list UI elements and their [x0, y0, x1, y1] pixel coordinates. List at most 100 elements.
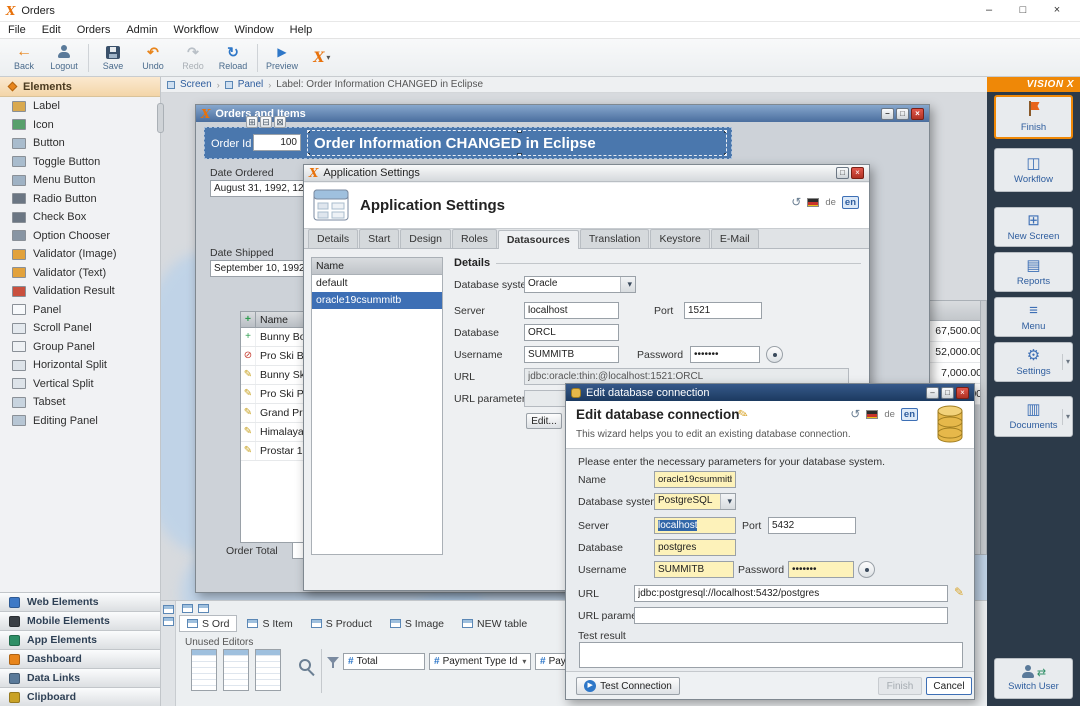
table-icon[interactable] — [182, 604, 193, 613]
edit-url-pencil-icon[interactable]: ✎ — [954, 585, 964, 599]
language-en[interactable]: en — [842, 196, 859, 209]
language-de[interactable]: de — [884, 409, 895, 420]
breadcrumb-panel[interactable]: Panel — [238, 79, 264, 90]
palette-item[interactable]: Horizontal Split — [0, 356, 160, 375]
tab-keystore[interactable]: Keystore — [650, 229, 709, 248]
palette-section-header[interactable]: Dashboard — [0, 649, 160, 668]
table-icon[interactable] — [163, 605, 174, 614]
reset-icon[interactable]: ↺ — [850, 407, 860, 421]
search-icon[interactable] — [299, 659, 311, 671]
database-system-select[interactable]: PostgreSQL — [654, 493, 736, 510]
tab-s-ord[interactable]: S Ord — [179, 615, 237, 632]
scrollbar[interactable] — [980, 301, 986, 554]
cancel-button[interactable]: Cancel — [926, 677, 972, 695]
show-password-icon[interactable] — [766, 346, 783, 363]
menu-item[interactable]: Admin — [118, 24, 165, 36]
logout-button[interactable]: Logout — [44, 41, 84, 75]
palette-item[interactable]: Toggle Button — [0, 153, 160, 172]
test-connection-button[interactable]: ▶ Test Connection — [576, 677, 680, 695]
close-icon[interactable]: × — [956, 387, 969, 399]
chevron-down-icon[interactable]: ▾ — [1062, 354, 1070, 370]
tab-details[interactable]: Details — [308, 229, 358, 248]
password-field[interactable] — [788, 561, 854, 578]
selected-label[interactable]: Order Information CHANGED in Eclipse — [307, 130, 727, 156]
close-icon[interactable]: × — [1040, 0, 1074, 21]
language-en[interactable]: en — [901, 408, 918, 421]
tab-s-product[interactable]: S Product — [303, 615, 380, 632]
chevron-down-icon[interactable]: ▾ — [1062, 409, 1070, 425]
menu-item[interactable]: File — [0, 24, 34, 36]
palette-item[interactable]: Editing Panel — [0, 412, 160, 431]
tab-datasources[interactable]: Datasources — [498, 230, 579, 249]
minimize-icon[interactable]: – — [972, 0, 1006, 21]
database-system-select[interactable]: Oracle — [524, 276, 636, 293]
edit-connection-titlebar[interactable]: Edit database connection – □ × — [566, 384, 974, 401]
palette-item[interactable]: Scroll Panel — [0, 319, 160, 338]
palette-item[interactable]: Vertical Split — [0, 375, 160, 394]
server-field[interactable]: localhost — [654, 517, 736, 534]
menu-item[interactable]: Edit — [34, 24, 69, 36]
maximize-icon[interactable]: □ — [941, 387, 954, 399]
resize-handle[interactable] — [724, 153, 727, 156]
minimize-icon[interactable]: – — [881, 108, 894, 120]
maximize-icon[interactable]: □ — [896, 108, 909, 120]
orders-window-titlebar[interactable]: X Orders and Items – □ × — [196, 105, 929, 122]
tab-s-item[interactable]: S Item — [239, 615, 300, 632]
palette-item[interactable]: Radio Button — [0, 190, 160, 209]
palette-item[interactable]: Validator (Text) — [0, 264, 160, 283]
table-icon[interactable] — [163, 617, 174, 626]
table-icon[interactable] — [198, 604, 209, 613]
reload-button[interactable]: ↻ Reload — [213, 41, 253, 75]
editor-thumbnail[interactable] — [255, 649, 281, 691]
palette-item[interactable]: Option Chooser — [0, 227, 160, 246]
palette-section-header[interactable]: Web Elements — [0, 592, 160, 611]
palette-section-header[interactable]: App Elements — [0, 630, 160, 649]
port-field[interactable] — [768, 517, 856, 534]
remove-icon[interactable]: ⊟ — [260, 116, 272, 128]
show-password-icon[interactable] — [858, 561, 875, 578]
menu-item[interactable]: Workflow — [166, 24, 227, 36]
settings-button[interactable]: ⚙ Settings ▾ — [994, 342, 1073, 382]
name-field[interactable] — [654, 471, 736, 488]
back-button[interactable]: ← Back — [4, 41, 44, 75]
palette-header[interactable]: Elements — [0, 77, 160, 97]
menu-button[interactable]: ≡ Menu — [994, 297, 1073, 337]
url-field[interactable] — [634, 585, 948, 602]
new-screen-button[interactable]: ⊞ New Screen — [994, 207, 1073, 247]
port-field[interactable] — [684, 302, 762, 319]
palette-section-header[interactable]: Data Links — [0, 668, 160, 687]
undo-button[interactable]: ↶ Undo — [133, 41, 173, 75]
visionx-menu-button[interactable]: X▾ — [302, 41, 342, 75]
finish-button[interactable]: Finish — [994, 95, 1073, 139]
palette-item[interactable]: Group Panel — [0, 338, 160, 357]
tab-translation[interactable]: Translation — [580, 229, 650, 248]
breadcrumb-screen[interactable]: Screen — [180, 79, 212, 90]
resize-handle[interactable] — [307, 153, 310, 156]
reset-icon[interactable]: ↺ — [791, 195, 801, 209]
close-icon[interactable]: × — [911, 108, 924, 120]
name-column-header[interactable]: Name — [256, 314, 288, 326]
palette-item[interactable]: Tabset — [0, 393, 160, 412]
save-button[interactable]: Save — [93, 41, 133, 75]
tab-new-table[interactable]: NEW table — [454, 615, 535, 632]
palette-item[interactable]: Label — [0, 97, 160, 116]
grid-icon[interactable]: ⊞ — [246, 116, 258, 128]
editor-thumbnail[interactable] — [223, 649, 249, 691]
editor-thumbnail[interactable] — [191, 649, 217, 691]
documents-button[interactable]: ▥ Documents ▾ — [994, 396, 1073, 437]
resize-handle[interactable] — [517, 153, 522, 156]
username-field[interactable] — [524, 346, 619, 363]
datasource-row-default[interactable]: default — [312, 275, 442, 292]
palette-item[interactable]: Button — [0, 134, 160, 153]
reports-button[interactable]: ▤ Reports — [994, 252, 1073, 292]
tab-start[interactable]: Start — [359, 229, 399, 248]
server-field[interactable] — [524, 302, 619, 319]
edit-connection-button[interactable]: Edit... — [526, 413, 562, 429]
unused-editor-payment-type[interactable]: # Payment Type Id ▾ — [429, 653, 531, 670]
language-de[interactable]: de — [825, 197, 836, 208]
menu-item[interactable]: Orders — [69, 24, 119, 36]
delete-icon[interactable]: ⊠ — [274, 116, 286, 128]
palette-item[interactable]: Check Box — [0, 208, 160, 227]
resize-handle[interactable] — [307, 130, 310, 133]
close-icon[interactable]: × — [851, 167, 864, 179]
